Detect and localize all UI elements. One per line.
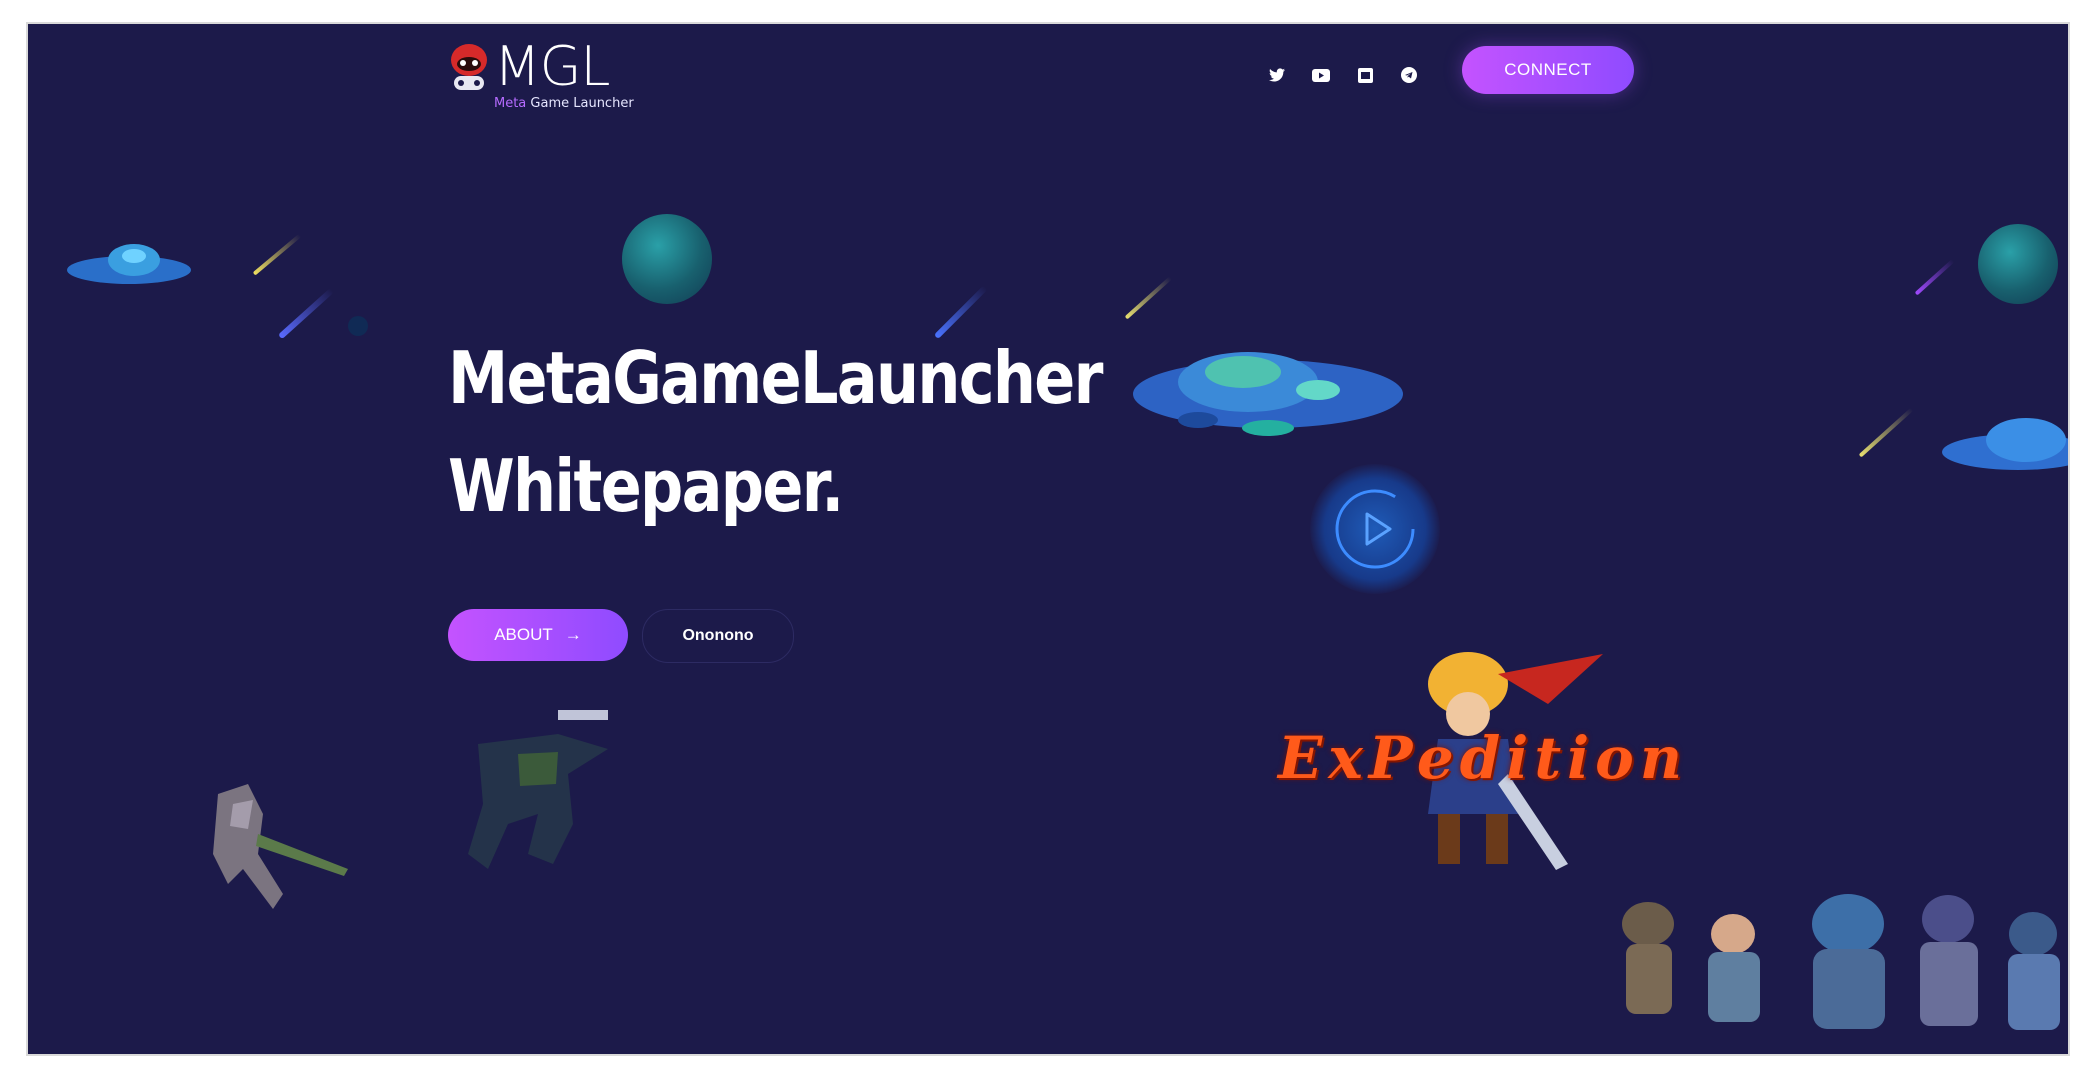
meteor-decoration bbox=[1914, 259, 1955, 296]
social-links bbox=[1266, 64, 1420, 86]
arrow-right-icon: → bbox=[564, 625, 582, 644]
medium-icon[interactable] bbox=[1354, 64, 1376, 86]
meteor-decoration bbox=[1858, 407, 1914, 458]
planet-decoration bbox=[348, 316, 368, 336]
meteor-decoration bbox=[1124, 276, 1172, 320]
meteor-decoration bbox=[277, 287, 335, 340]
play-icon bbox=[1335, 489, 1415, 569]
telegram-icon[interactable] bbox=[1398, 64, 1420, 86]
connect-button[interactable]: CONNECT bbox=[1462, 46, 1634, 94]
ufo-decoration bbox=[1938, 404, 2068, 484]
ufo-decoration bbox=[1128, 324, 1408, 464]
meteor-decoration bbox=[252, 233, 302, 276]
secondary-button[interactable]: Ononono bbox=[642, 609, 794, 663]
about-button-label: ABOUT bbox=[494, 625, 553, 644]
youtube-icon[interactable] bbox=[1310, 64, 1332, 86]
logo-tagline: Meta Game Launcher bbox=[494, 96, 634, 111]
hero-title-line-1: MetaGameLauncher bbox=[448, 336, 1103, 420]
character-group-image bbox=[1598, 864, 2068, 1054]
logo-text: MGL bbox=[494, 35, 611, 98]
twitter-icon[interactable] bbox=[1266, 64, 1288, 86]
ufo-decoration bbox=[64, 234, 194, 294]
hero-title-line-2: Whitepaper. bbox=[448, 444, 844, 528]
planet-decoration bbox=[622, 214, 712, 304]
logo-tagline-rest: Game Launcher bbox=[526, 96, 634, 111]
site-logo[interactable]: MGL Meta Game Launcher bbox=[448, 35, 634, 111]
logo-tagline-accent: Meta bbox=[494, 96, 527, 111]
planet-decoration bbox=[1978, 224, 2058, 304]
page-frame: MGL Meta Game Launcher CONNECT MetaGameL… bbox=[26, 22, 2070, 1056]
logo-mascot-icon bbox=[448, 42, 490, 90]
hero-title: MetaGameLauncher Whitepaper. bbox=[448, 324, 1103, 540]
soldier-mech-image bbox=[458, 704, 628, 884]
about-button[interactable]: ABOUT → bbox=[448, 609, 628, 661]
game-title-logo: ExPedition bbox=[1278, 724, 1689, 792]
play-video-button[interactable] bbox=[1310, 464, 1440, 594]
mech-robot-image bbox=[188, 774, 358, 924]
